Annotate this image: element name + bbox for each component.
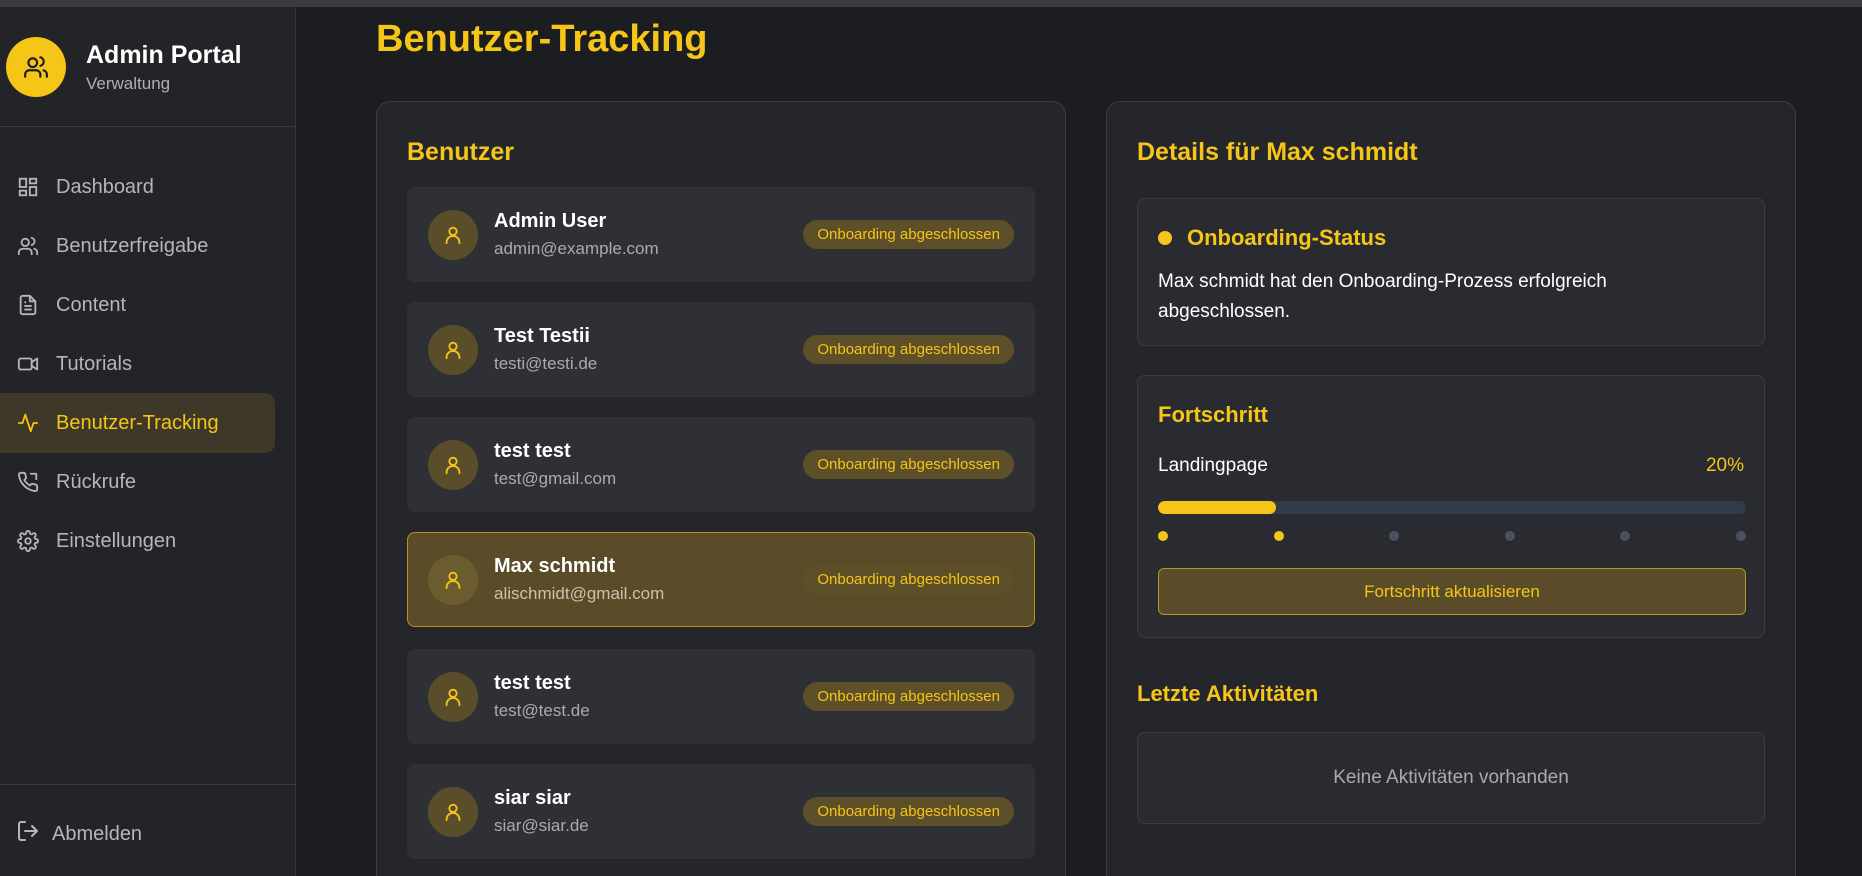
status-badge: Onboarding abgeschlossen	[803, 797, 1014, 826]
user-name: test test	[494, 672, 571, 694]
progress-step-dot	[1273, 531, 1284, 541]
status-dot-icon	[1158, 231, 1172, 245]
user-avatar-icon	[428, 324, 478, 375]
progress-step-label: Landingpage	[1158, 455, 1268, 476]
user-avatar-icon	[428, 786, 478, 837]
sidebar-item-rueckrufe[interactable]: Rückrufe	[0, 452, 275, 512]
brand-subtitle: Verwaltung	[86, 74, 171, 93]
user-name: Admin User	[494, 210, 607, 232]
progress-step-dot	[1158, 531, 1168, 541]
sidebar-item-dashboard[interactable]: Dashboard	[0, 157, 275, 217]
status-badge: Onboarding abgeschlossen	[803, 220, 1014, 249]
user-name: Test Testii	[494, 325, 590, 347]
window-top-bar	[0, 0, 1862, 7]
update-progress-button[interactable]: Fortschritt aktualisieren	[1158, 568, 1746, 615]
progress-step-dot	[1389, 531, 1400, 541]
sidebar-item-label: Benutzer-Tracking	[56, 411, 219, 434]
status-badge: Onboarding abgeschlossen	[803, 450, 1014, 479]
progress-step-dot	[1736, 531, 1746, 541]
progress-step-dot	[1504, 531, 1515, 541]
sidebar-item-benutzer-tracking[interactable]: Benutzer-Tracking	[0, 393, 275, 453]
brand: Admin Portal Verwaltung	[6, 37, 242, 97]
sidebar-item-einstellungen[interactable]: Einstellungen	[0, 511, 275, 571]
status-badge: Onboarding abgeschlossen	[803, 335, 1014, 364]
progress-box: Fortschritt Landingpage 20% Fortschritt …	[1137, 375, 1765, 638]
users-logo-icon	[6, 37, 66, 97]
status-badge: Onboarding abgeschlossen	[803, 565, 1014, 594]
user-avatar-icon	[428, 554, 478, 605]
user-email: siar@siar.de	[494, 816, 589, 835]
sidebar-item-tutorials[interactable]: Tutorials	[0, 334, 275, 394]
progress-step-dot	[1620, 531, 1631, 541]
user-list-item[interactable]: siar siar siar@siar.de Onboarding abgesc…	[407, 764, 1035, 859]
user-email: testi@testi.de	[494, 354, 598, 373]
user-list-item-selected[interactable]: Max schmidt alischmidt@gmail.com Onboard…	[407, 532, 1035, 627]
status-title: Onboarding-Status	[1187, 225, 1387, 250]
user-list-item[interactable]: Test Testii testi@testi.de Onboarding ab…	[407, 302, 1035, 397]
logout-label: Abmelden	[52, 822, 143, 845]
status-text: Max schmidt hat den Onboarding-Prozess e…	[1158, 271, 1607, 322]
users-icon	[16, 234, 40, 258]
activity-icon	[16, 411, 40, 435]
brand-title: Admin Portal	[86, 41, 242, 69]
sidebar: Admin Portal Verwaltung Dashboard Benutz…	[0, 7, 296, 876]
user-name: Max schmidt	[494, 555, 616, 577]
sidebar-item-label: Benutzerfreigabe	[56, 234, 209, 257]
onboarding-status-box: Onboarding-Status Max schmidt hat den On…	[1137, 198, 1765, 346]
sidebar-item-label: Tutorials	[56, 352, 132, 375]
sidebar-item-content[interactable]: Content	[0, 275, 275, 335]
gear-icon	[16, 529, 40, 553]
details-card-title: Details für Max schmidt	[1137, 138, 1418, 166]
user-email: test@test.de	[494, 701, 590, 720]
sidebar-divider	[0, 784, 296, 785]
progress-bar	[1158, 501, 1746, 514]
user-email: test@gmail.com	[494, 469, 617, 488]
progress-percent: 20%	[1705, 455, 1744, 476]
activity-empty-state: Keine Aktivitäten vorhanden	[1137, 732, 1765, 824]
logout-icon	[16, 819, 40, 849]
page-title: Benutzer-Tracking	[376, 18, 708, 60]
sidebar-item-label: Einstellungen	[56, 529, 177, 552]
users-card-title: Benutzer	[407, 138, 514, 166]
user-list-item[interactable]: test test test@gmail.com Onboarding abge…	[407, 417, 1035, 512]
phone-icon	[16, 470, 40, 494]
status-badge: Onboarding abgeschlossen	[803, 682, 1014, 711]
details-card: Details für Max schmidt Onboarding-Statu…	[1106, 101, 1796, 876]
user-avatar-icon	[428, 209, 478, 260]
progress-bar-fill	[1158, 501, 1276, 514]
user-list-item[interactable]: test test test@test.de Onboarding abgesc…	[407, 649, 1035, 744]
activity-title: Letzte Aktivitäten	[1137, 681, 1319, 706]
video-icon	[16, 352, 40, 376]
sidebar-divider	[0, 126, 296, 127]
user-email: admin@example.com	[494, 239, 659, 258]
document-icon	[16, 293, 40, 317]
dashboard-icon	[16, 175, 40, 199]
user-name: test test	[494, 440, 571, 462]
sidebar-item-label: Content	[56, 293, 127, 316]
logout-button[interactable]: Abmelden	[16, 819, 142, 849]
user-avatar-icon	[428, 671, 478, 722]
users-card: Benutzer Admin User admin@example.com On…	[376, 101, 1066, 876]
progress-steps	[1158, 531, 1746, 541]
user-email: alischmidt@gmail.com	[494, 584, 665, 603]
progress-title: Fortschritt	[1158, 402, 1268, 427]
sidebar-item-label: Rückrufe	[56, 470, 137, 493]
sidebar-item-label: Dashboard	[56, 175, 154, 198]
user-list-item[interactable]: Admin User admin@example.com Onboarding …	[407, 187, 1035, 282]
sidebar-item-benutzerfreigabe[interactable]: Benutzerfreigabe	[0, 216, 275, 276]
user-avatar-icon	[428, 439, 478, 490]
user-name: siar siar	[494, 787, 571, 809]
